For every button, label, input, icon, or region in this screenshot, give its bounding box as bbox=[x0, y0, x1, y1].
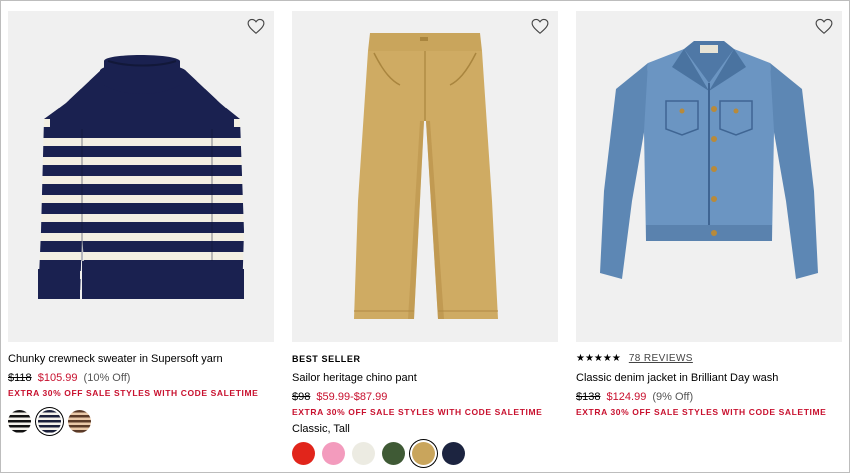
product-image[interactable] bbox=[292, 11, 558, 342]
swatch-red[interactable] bbox=[292, 442, 315, 465]
color-swatches bbox=[8, 410, 274, 433]
product-title[interactable]: Classic denim jacket in Brilliant Day wa… bbox=[576, 371, 842, 385]
original-price: $98 bbox=[292, 391, 311, 403]
product-info: BEST SELLER Sailor heritage chino pant $… bbox=[292, 352, 558, 465]
product-card-denim-jacket[interactable]: ★★★★★ 78 REVIEWS Classic denim jacket in… bbox=[576, 11, 842, 471]
price-row: $138 $124.99 (9% Off) bbox=[576, 390, 842, 404]
product-card-chino[interactable]: BEST SELLER Sailor heritage chino pant $… bbox=[292, 11, 558, 471]
swatch-navy[interactable] bbox=[442, 442, 465, 465]
swatch-green[interactable] bbox=[382, 442, 405, 465]
wishlist-heart-icon[interactable] bbox=[531, 18, 549, 35]
wishlist-heart-icon[interactable] bbox=[815, 18, 833, 35]
fit-options: Classic, Tall bbox=[292, 423, 350, 435]
sale-price: $105.99 bbox=[37, 372, 78, 384]
original-price: $118 bbox=[8, 372, 32, 384]
swatch-ivory[interactable] bbox=[352, 442, 375, 465]
rating-row: ★★★★★ 78 REVIEWS bbox=[576, 352, 842, 366]
reviews-link[interactable]: 78 REVIEWS bbox=[629, 352, 693, 366]
promo-text: EXTRA 30% OFF SALE STYLES WITH CODE SALE… bbox=[8, 388, 259, 398]
swatch-navy-ivory-stripe[interactable] bbox=[38, 410, 61, 433]
color-swatches bbox=[292, 442, 558, 465]
sale-price: $124.99 bbox=[606, 391, 647, 403]
sale-price: $59.99-$87.99 bbox=[316, 391, 388, 403]
product-title[interactable]: Sailor heritage chino pant bbox=[292, 371, 558, 385]
product-info: ★★★★★ 78 REVIEWS Classic denim jacket in… bbox=[576, 352, 842, 419]
chino-pant-image bbox=[354, 33, 498, 319]
product-card-sweater[interactable]: Chunky crewneck sweater in Supersoft yar… bbox=[8, 11, 274, 471]
star-rating-icon: ★★★★★ bbox=[576, 353, 621, 364]
promo-text: EXTRA 30% OFF SALE STYLES WITH CODE SALE… bbox=[292, 407, 543, 417]
product-image[interactable] bbox=[8, 11, 274, 342]
swatch-pink[interactable] bbox=[322, 442, 345, 465]
promo-text: EXTRA 30% OFF SALE STYLES WITH CODE SALE… bbox=[576, 407, 827, 417]
price-row: $98 $59.99-$87.99 bbox=[292, 390, 558, 404]
discount-percent: (9% Off) bbox=[652, 391, 694, 403]
price-row: $118 $105.99 (10% Off) bbox=[8, 371, 274, 385]
product-info: Chunky crewneck sweater in Supersoft yar… bbox=[8, 352, 274, 433]
product-image[interactable] bbox=[576, 11, 842, 342]
sweater-image bbox=[38, 55, 244, 299]
denim-jacket-image bbox=[600, 41, 818, 279]
wishlist-heart-icon[interactable] bbox=[247, 18, 265, 35]
swatch-brown-tan-stripe[interactable] bbox=[68, 410, 91, 433]
original-price: $138 bbox=[576, 391, 601, 403]
swatch-khaki[interactable] bbox=[412, 442, 435, 465]
best-seller-badge: BEST SELLER bbox=[292, 354, 361, 364]
product-title[interactable]: Chunky crewneck sweater in Supersoft yar… bbox=[8, 352, 274, 366]
discount-percent: (10% Off) bbox=[83, 372, 131, 384]
swatch-black-ivory-stripe[interactable] bbox=[8, 410, 31, 433]
